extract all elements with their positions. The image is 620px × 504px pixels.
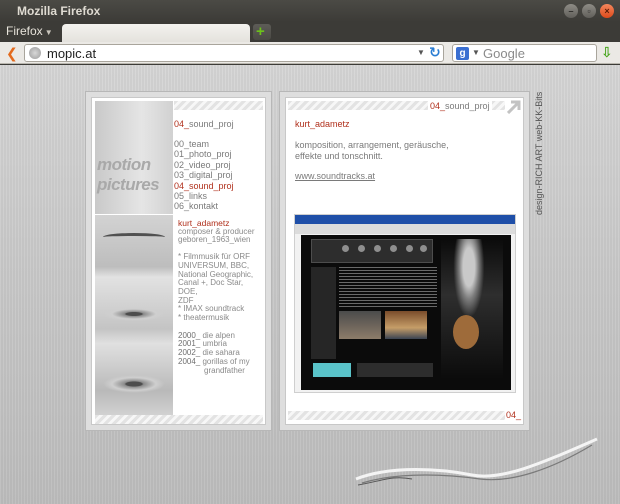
nav-item-links[interactable]: 05_links <box>174 191 234 201</box>
section-num: 04_ <box>174 119 190 129</box>
site-nav: 00_team 01_photo_proj 02_video_proj 03_d… <box>174 139 234 212</box>
motion-pictures-logo[interactable]: motion pictures <box>95 101 173 214</box>
url-input[interactable]: mopic.at <box>47 46 96 61</box>
screenshot-sliders <box>357 363 433 377</box>
work-item: grandfather <box>178 365 264 376</box>
footer-num: 04_ <box>506 410 522 420</box>
logo-line-2: pictures <box>97 175 160 194</box>
download-button[interactable]: ⇩ <box>601 44 613 61</box>
musician-photo <box>441 239 503 379</box>
screenshot-banner <box>313 363 351 377</box>
tab-bar: Firefox ▼ + <box>0 22 620 42</box>
eyes-photo <box>95 215 173 422</box>
screenshot-body <box>301 235 511 390</box>
detail-section-label: 04_sound_proj <box>428 101 492 111</box>
window-titlebar: Mozilla Firefox – ▫ × <box>0 0 620 22</box>
logo-line-1: motion <box>97 155 151 174</box>
right-panel: 04_sound_proj kurt_adametz komposition, … <box>285 97 524 425</box>
soundtracks-link[interactable]: www.soundtracks.at <box>295 171 375 181</box>
minimize-button[interactable]: – <box>564 4 578 18</box>
work-title: die sahara <box>202 348 240 358</box>
reload-button[interactable]: ↻ <box>429 44 441 61</box>
work-title: grandfather <box>204 365 245 375</box>
closed-eye <box>103 233 165 241</box>
screenshot-image <box>339 311 381 339</box>
nav-item-video-proj[interactable]: 02_video_proj <box>174 160 234 170</box>
website-screenshot[interactable] <box>294 214 516 393</box>
work-title: gorillas of my <box>202 356 250 366</box>
nav-item-photo-proj[interactable]: 01_photo_proj <box>174 149 234 159</box>
search-engine-dropdown[interactable]: ▼ <box>472 48 480 57</box>
work-title: umbria <box>202 339 227 349</box>
detail-section-name: sound_proj <box>445 101 490 111</box>
corner-arrow-icon[interactable] <box>507 100 521 114</box>
detail-description: komposition, arrangement, geräusche, eff… <box>295 140 449 161</box>
footer-stripe <box>288 411 505 420</box>
screenshot-menubar <box>295 224 515 234</box>
work-year: 2000_ <box>178 330 201 340</box>
screenshot-text <box>339 267 437 307</box>
footer-stripe <box>95 415 263 424</box>
window-title: Mozilla Firefox <box>17 4 101 18</box>
squint-eye <box>103 307 165 321</box>
detail-name: kurt_adametz <box>295 119 350 129</box>
nav-item-digital-proj[interactable]: 03_digital_proj <box>174 170 234 180</box>
mixer-graphic <box>311 239 433 263</box>
design-credit: design-RICH ART web-KK-Bits <box>534 91 544 215</box>
firefox-menu-button[interactable]: Firefox ▼ <box>6 24 53 38</box>
new-tab-button[interactable]: + <box>253 24 271 40</box>
open-eye <box>103 375 165 393</box>
header-stripe <box>174 101 263 110</box>
globe-icon <box>29 47 41 59</box>
screenshot-sidebar <box>311 267 336 359</box>
google-icon[interactable]: g <box>456 47 469 60</box>
close-button[interactable]: × <box>600 4 614 18</box>
maximize-button[interactable]: ▫ <box>582 4 596 18</box>
plus-icon: + <box>256 23 265 40</box>
chevron-down-icon: ▼ <box>44 28 53 37</box>
nav-item-kontakt[interactable]: 06_kontakt <box>174 201 234 211</box>
work-year: 2002_ <box>178 348 201 358</box>
artist-bio: kurt_adametz composer & producer geboren… <box>178 219 264 375</box>
work-year: 2001_ <box>178 339 201 349</box>
url-history-dropdown[interactable]: ▼ <box>417 48 425 57</box>
detail-section-num: 04_ <box>430 101 446 111</box>
web-page: motion pictures 04_sound_proj 00_team 01… <box>0 65 620 504</box>
screenshot-image <box>385 311 427 339</box>
window-controls: – ▫ × <box>564 4 614 18</box>
work-title: die alpen <box>202 330 235 340</box>
url-bar[interactable]: mopic.at ▼ ↻ <box>24 44 444 62</box>
guitar-graphic <box>453 315 479 349</box>
signature-graphic <box>355 437 598 486</box>
navigation-toolbar: ❮ mopic.at ▼ ↻ g ▼ Google ⇩ <box>0 42 620 64</box>
nav-item-sound-proj[interactable]: 04_sound_proj <box>174 181 234 191</box>
screenshot-titlebar <box>295 215 515 224</box>
work-year: 2004_ <box>178 356 201 366</box>
firefox-menu-label: Firefox <box>6 24 43 38</box>
browser-tab[interactable] <box>62 24 250 42</box>
back-button[interactable]: ❮ <box>6 45 18 62</box>
nav-item-team[interactable]: 00_team <box>174 139 234 149</box>
left-panel: motion pictures 04_sound_proj 00_team 01… <box>91 97 266 425</box>
section-label: 04_sound_proj <box>174 119 234 129</box>
search-input[interactable]: Google <box>483 46 525 61</box>
section-name: sound_proj <box>189 119 234 129</box>
bio-credit: Canal +, Doc Star, DOE, <box>178 278 244 296</box>
search-bar[interactable]: g ▼ Google <box>452 44 597 62</box>
bio-credit: * theatermusik <box>178 313 230 323</box>
bio-born: geboren_1963_wien <box>178 235 251 245</box>
